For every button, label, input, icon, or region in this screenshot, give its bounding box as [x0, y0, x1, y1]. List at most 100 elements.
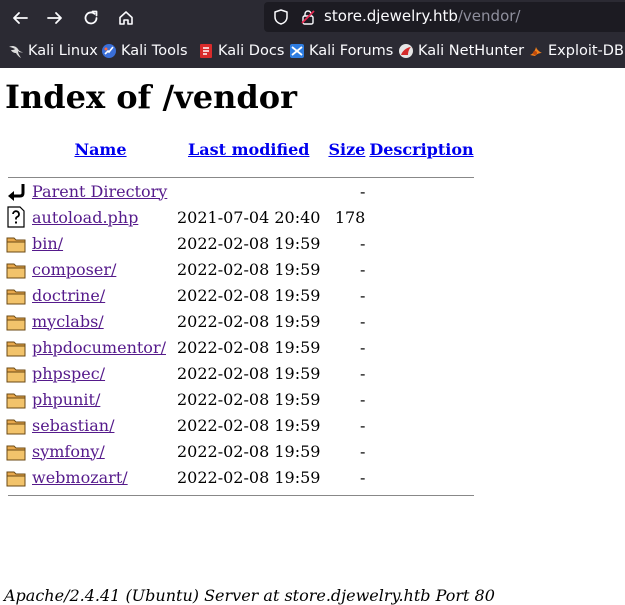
modified-cell: 2022-02-08 19:59 [177, 415, 321, 435]
entry-link[interactable]: myclabs/ [32, 312, 104, 331]
table-row: composer/ 2022-02-08 19:59 - [6, 256, 476, 282]
folder-icon [6, 230, 30, 256]
kali-forums-icon [289, 43, 305, 59]
bookmark-kali-tools[interactable]: Kali Tools [101, 43, 188, 59]
shield-icon[interactable] [272, 8, 290, 30]
folder-icon [6, 256, 30, 282]
home-button[interactable] [114, 6, 138, 30]
folder-icon [6, 308, 30, 334]
size-cell: - [359, 181, 366, 201]
entry-link[interactable]: symfony/ [32, 442, 105, 461]
exploit-db-icon [528, 43, 544, 59]
separator-row [6, 160, 476, 178]
description-cell [367, 438, 475, 464]
size-cell: - [359, 233, 366, 253]
parent-directory-link[interactable]: Parent Directory [32, 182, 167, 201]
arrow-left-icon [13, 12, 28, 24]
header-modified: Last modified [171, 138, 326, 160]
bookmark-label: Kali Tools [121, 43, 188, 59]
entry-link[interactable]: doctrine/ [32, 286, 105, 305]
back-arrow-icon [6, 178, 30, 204]
sort-by-name-link[interactable]: Name [74, 140, 126, 159]
bookmark-label: Kali Docs [218, 43, 285, 59]
size-cell: - [359, 441, 366, 461]
bookmarks-toolbar: Kali Linux Kali Tools Kali Docs Kali For… [0, 36, 625, 68]
table-row: sebastian/ 2022-02-08 19:59 - [6, 412, 476, 438]
description-cell [367, 308, 475, 334]
header-name: Name [30, 138, 171, 160]
entry-link[interactable]: bin/ [32, 234, 63, 253]
arrow-right-icon [47, 12, 62, 24]
address-bar[interactable]: store.djewelry.htb/vendor/ [264, 2, 625, 32]
entry-link[interactable]: autoload.php [32, 208, 138, 227]
nethunter-icon [398, 43, 414, 59]
modified-cell: 2022-02-08 19:59 [177, 441, 321, 461]
modified-cell: 2022-02-08 19:59 [177, 285, 321, 305]
url-text[interactable]: store.djewelry.htb/vendor/ [324, 7, 520, 25]
entry-link[interactable]: phpdocumentor/ [32, 338, 166, 357]
size-cell: - [359, 259, 366, 279]
description-cell [367, 282, 475, 308]
bookmark-exploit-db[interactable]: Exploit-DB [528, 43, 624, 59]
folder-icon [6, 438, 30, 464]
table-row: myclabs/ 2022-02-08 19:59 - [6, 308, 476, 334]
home-icon [119, 11, 133, 25]
bookmark-kali-docs[interactable]: Kali Docs [198, 43, 284, 59]
table-row: bin/ 2022-02-08 19:59 - [6, 230, 476, 256]
insecure-lock-icon[interactable] [299, 8, 317, 30]
modified-cell: 2022-02-08 19:59 [177, 467, 321, 487]
table-row: webmozart/ 2022-02-08 19:59 - [6, 464, 476, 490]
size-cell: - [359, 467, 366, 487]
header-row: Name Last modified Size Description [6, 138, 476, 160]
sort-by-size-link[interactable]: Size [328, 140, 365, 159]
table-row: phpdocumentor/ 2022-02-08 19:59 - [6, 334, 476, 360]
bookmark-kali-nethunter[interactable]: Kali NetHunter [398, 43, 524, 59]
kali-dragon-icon [8, 43, 24, 59]
url-host: store.djewelry.htb [324, 7, 458, 25]
description-cell [367, 412, 475, 438]
back-button[interactable] [8, 6, 32, 30]
bookmark-kali-linux[interactable]: Kali Linux [8, 43, 98, 59]
bookmark-label: Exploit-DB [548, 43, 624, 59]
bookmark-label: Kali Linux [28, 43, 98, 59]
table-row: autoload.php 2021-07-04 20:40 178 [6, 204, 476, 230]
browser-toolbar: store.djewelry.htb/vendor/ [0, 0, 625, 36]
separator-row [6, 490, 476, 500]
entry-link[interactable]: webmozart/ [32, 468, 128, 487]
header-icon-cell [6, 138, 30, 160]
description-cell [367, 334, 475, 360]
kali-docs-icon [198, 43, 214, 59]
modified-cell: 2022-02-08 19:59 [177, 363, 321, 383]
size-cell: - [359, 337, 366, 357]
table-row: symfony/ 2022-02-08 19:59 - [6, 438, 476, 464]
header-size: Size [326, 138, 367, 160]
entry-link[interactable]: sebastian/ [32, 416, 114, 435]
folder-icon [6, 464, 30, 490]
bookmark-kali-forums[interactable]: Kali Forums [289, 43, 393, 59]
description-cell [367, 360, 475, 386]
folder-icon [6, 412, 30, 438]
modified-cell: 2022-02-08 19:59 [177, 337, 321, 357]
folder-icon [6, 360, 30, 386]
size-cell: - [359, 415, 366, 435]
url-path: /vendor/ [457, 7, 521, 25]
entry-link[interactable]: composer/ [32, 260, 116, 279]
entry-link[interactable]: phpspec/ [32, 364, 105, 383]
table-row: phpunit/ 2022-02-08 19:59 - [6, 386, 476, 412]
sort-by-modified-link[interactable]: Last modified [188, 140, 309, 159]
modified-cell: 2022-02-08 19:59 [177, 389, 321, 409]
folder-icon [6, 386, 30, 412]
size-cell: - [359, 285, 366, 305]
sort-by-description-link[interactable]: Description [369, 140, 473, 159]
entry-link[interactable]: phpunit/ [32, 390, 100, 409]
folder-icon [6, 334, 30, 360]
description-cell [367, 256, 475, 282]
size-cell: - [359, 311, 366, 331]
size-cell: - [359, 389, 366, 409]
parent-directory-row: Parent Directory - [6, 178, 476, 204]
modified-cell: 2022-02-08 19:59 [177, 233, 321, 253]
reload-button[interactable] [79, 6, 103, 30]
modified-cell [171, 178, 326, 204]
bookmark-label: Kali Forums [309, 43, 394, 59]
forward-button[interactable] [43, 6, 67, 30]
